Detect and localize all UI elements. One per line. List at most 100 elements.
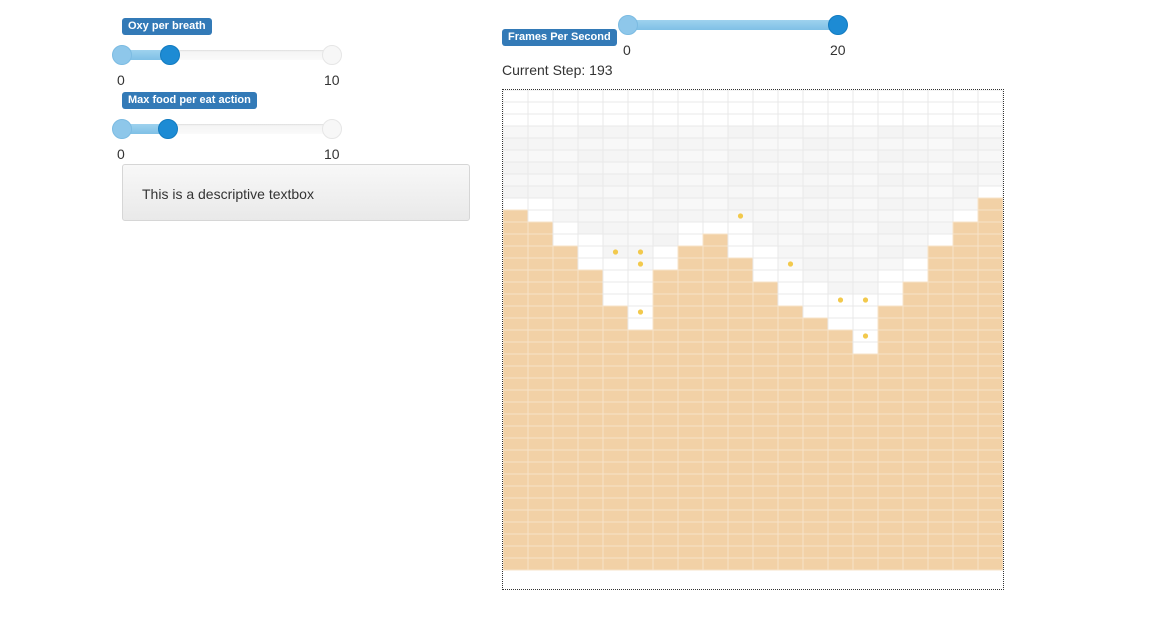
soil-cell: [777, 461, 804, 475]
soil-cell: [852, 401, 879, 415]
air-cell: [827, 305, 854, 319]
air-cell: [577, 113, 604, 127]
soil-cell: [927, 257, 954, 271]
soil-cell: [727, 413, 754, 427]
soil-cell: [677, 485, 704, 499]
soil-cell: [977, 341, 1003, 355]
air-cell: [802, 305, 829, 319]
air-cell: [677, 209, 704, 223]
soil-cell: [902, 509, 929, 523]
food-slider-value-handle[interactable]: [158, 119, 178, 139]
soil-cell: [727, 425, 754, 439]
air-cell: [952, 149, 979, 163]
air-cell: [627, 90, 654, 103]
soil-cell: [552, 257, 579, 271]
soil-cell: [752, 521, 779, 535]
soil-cell: [977, 329, 1003, 343]
air-cell: [602, 185, 629, 199]
oxy-slider-min-handle[interactable]: [112, 45, 132, 65]
soil-cell: [727, 305, 754, 319]
fps-slider-max-tick: 20: [830, 42, 846, 58]
soil-cell: [577, 353, 604, 367]
soil-cell: [527, 545, 554, 559]
soil-cell: [852, 485, 879, 499]
soil-cell: [627, 545, 654, 559]
soil-cell: [577, 269, 604, 283]
soil-cell: [503, 377, 529, 391]
soil-cell: [927, 533, 954, 547]
soil-cell: [727, 281, 754, 295]
air-cell: [827, 185, 854, 199]
oxy-slider-max-handle[interactable]: [322, 45, 342, 65]
fps-slider-min-handle[interactable]: [618, 15, 638, 35]
soil-cell: [577, 485, 604, 499]
air-cell: [527, 197, 554, 211]
air-cell: [952, 101, 979, 115]
soil-cell: [602, 329, 629, 343]
air-cell: [877, 197, 904, 211]
air-cell: [952, 90, 979, 103]
air-cell: [677, 233, 704, 247]
soil-cell: [527, 413, 554, 427]
air-cell: [777, 185, 804, 199]
food-slider-min-handle[interactable]: [112, 119, 132, 139]
soil-cell: [602, 533, 629, 547]
air-cell: [503, 173, 529, 187]
soil-cell: [503, 353, 529, 367]
soil-cell: [577, 473, 604, 487]
soil-cell: [752, 461, 779, 475]
soil-cell: [677, 473, 704, 487]
air-cell: [877, 233, 904, 247]
soil-cell: [777, 377, 804, 391]
air-cell: [727, 149, 754, 163]
soil-cell: [527, 449, 554, 463]
air-cell: [902, 137, 929, 151]
soil-cell: [802, 473, 829, 487]
air-cell: [977, 113, 1003, 127]
air-cell: [977, 161, 1003, 175]
soil-cell: [702, 533, 729, 547]
food-slider-max-handle[interactable]: [322, 119, 342, 139]
soil-cell: [877, 473, 904, 487]
air-cell: [802, 245, 829, 259]
soil-cell: [877, 401, 904, 415]
air-cell: [927, 90, 954, 103]
air-cell: [702, 209, 729, 223]
soil-cell: [927, 425, 954, 439]
air-cell: [852, 269, 879, 283]
air-cell: [952, 185, 979, 199]
soil-cell: [927, 545, 954, 559]
oxy-slider-value-handle[interactable]: [160, 45, 180, 65]
air-cell: [777, 197, 804, 211]
air-cell: [852, 125, 879, 139]
air-cell: [652, 101, 679, 115]
soil-cell: [727, 329, 754, 343]
soil-cell: [652, 305, 679, 319]
soil-cell: [702, 305, 729, 319]
soil-cell: [902, 461, 929, 475]
simulation-grid[interactable]: [502, 89, 1004, 590]
air-cell: [677, 185, 704, 199]
air-cell: [552, 221, 579, 235]
soil-cell: [552, 473, 579, 487]
air-cell: [852, 90, 879, 103]
soil-cell: [702, 389, 729, 403]
soil-cell: [777, 329, 804, 343]
soil-cell: [977, 317, 1003, 331]
air-cell: [552, 185, 579, 199]
air-cell: [777, 233, 804, 247]
soil-cell: [577, 317, 604, 331]
fps-slider-value-handle[interactable]: [828, 15, 848, 35]
soil-cell: [552, 533, 579, 547]
soil-cell: [702, 245, 729, 259]
air-cell: [827, 173, 854, 187]
soil-cell: [977, 389, 1003, 403]
air-cell: [577, 173, 604, 187]
air-cell: [552, 149, 579, 163]
soil-cell: [577, 521, 604, 535]
soil-cell: [677, 269, 704, 283]
air-cell: [503, 197, 529, 211]
soil-cell: [977, 473, 1003, 487]
soil-cell: [827, 401, 854, 415]
soil-cell: [802, 329, 829, 343]
